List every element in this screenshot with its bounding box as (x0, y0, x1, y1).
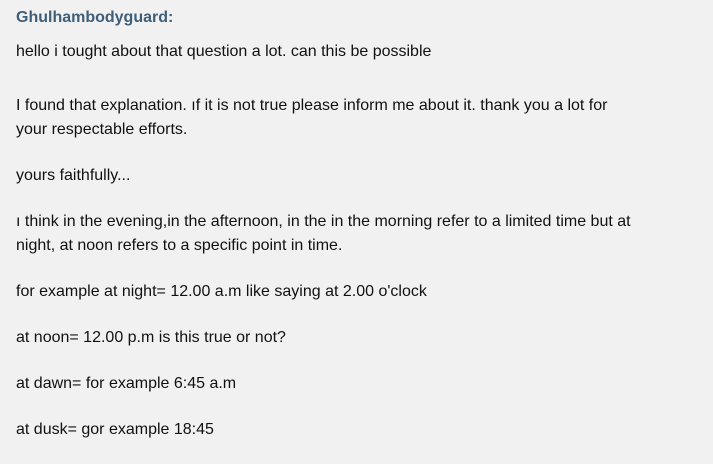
post-paragraph: at dusk= gor example 18:45 (16, 421, 214, 438)
post-author[interactable]: Ghulhambodyguard: (16, 8, 713, 28)
post-paragraph: at noon= 12.00 p.m is this true or not? (16, 329, 286, 346)
post-paragraph: yours faithfully... (16, 167, 131, 184)
post-paragraph: for example at night= 12.00 a.m like say… (16, 283, 427, 300)
post-paragraph: at dawn= for example 6:45 a.m (16, 375, 237, 392)
post-paragraph: ı think in the evening,in the afternoon,… (16, 213, 631, 254)
post-paragraph: hello i tought about that question a lot… (16, 43, 432, 60)
post-body: hello i tought about that question a lot… (16, 40, 713, 442)
forum-post: Ghulhambodyguard: hello i tought about t… (0, 0, 713, 464)
post-paragraph: I found that explanation. ıf it is not t… (16, 97, 608, 138)
